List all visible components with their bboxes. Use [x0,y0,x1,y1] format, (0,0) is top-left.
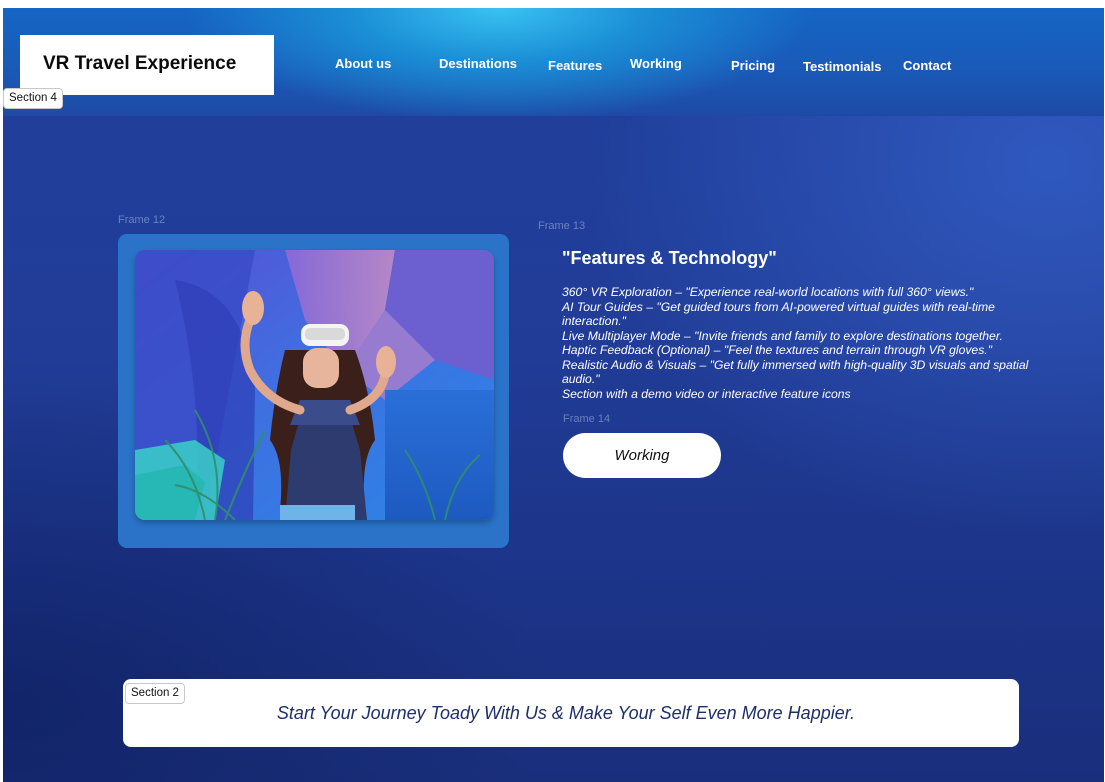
site-logo-text: VR Travel Experience [43,53,237,74]
cta-text: Start Your Journey Toady With Us & Make … [276,703,856,723]
page-canvas: VR Travel Experience About us Destinatio… [3,8,1104,782]
feature-line: Section with a demo video or interactive… [562,386,851,401]
frame-13-label: Frame 13 [538,220,586,232]
features-list: 360° VR Exploration – "Experience real-w… [562,285,1052,401]
nav-about-us[interactable]: About us [335,56,391,71]
nav-testimonials[interactable]: Testimonials [803,59,882,74]
features-title: "Features & Technology" [562,248,777,268]
header-bar: VR Travel Experience About us Destinatio… [3,8,1104,116]
vr-headset-photo [135,250,494,520]
cta-banner: Start Your Journey Toady With Us & Make … [123,679,1019,747]
logo-box[interactable]: VR Travel Experience [20,35,274,95]
feature-line: Haptic Feedback (Optional) – "Feel the t… [562,343,993,357]
frame-14-label: Frame 14 [563,413,611,425]
feature-line: 360° VR Exploration – "Experience real-w… [562,285,974,299]
nav-contact[interactable]: Contact [903,58,951,73]
nav-working[interactable]: Working [630,56,682,71]
working-button[interactable]: Working [563,433,721,478]
feature-line: AI Tour Guides – "Get guided tours from … [562,299,995,329]
frame-12-label: Frame 12 [118,214,166,226]
section-4-tag: Section 4 [3,88,63,109]
feature-line: Live Multiplayer Mode – "Invite friends … [562,328,1003,343]
nav-pricing[interactable]: Pricing [731,58,775,73]
feature-line: Realistic Audio & Visuals – "Get fully i… [562,357,1029,387]
section-2-tag: Section 2 [125,683,185,704]
nav-destinations[interactable]: Destinations [439,56,517,71]
nav-features[interactable]: Features [548,58,602,73]
